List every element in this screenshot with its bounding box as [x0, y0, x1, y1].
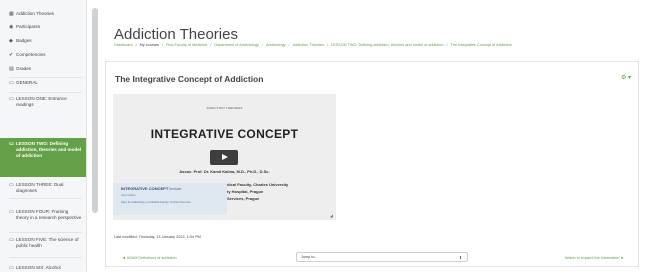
lecture-card-title: INTEGRATIVE CONCEPT lecture	[121, 186, 227, 191]
lecture-card-suffix: lecture	[169, 186, 182, 191]
sidebar-item-course[interactable]: ▦ Addiction Theories	[0, 11, 86, 17]
slide-affiliation-line: dical Faculty, Charles University	[227, 182, 289, 187]
breadcrumb-separator: /	[135, 43, 137, 47]
sidebar-item-label: Badges	[16, 38, 32, 43]
chevron-down-icon: ⬍	[458, 256, 462, 260]
breadcrumb-link-section[interactable]: LESSON TWO: Defining addiction, theories…	[331, 43, 443, 47]
folder-icon: ▭	[9, 209, 14, 215]
breadcrumb-link-dashboard[interactable]: Dashboard	[114, 43, 133, 47]
sidebar-item-label: LESSON ONE: Entrance readings	[16, 96, 67, 107]
course-sidebar: ▦ Addiction Theories ◉ Participants ◆ Ba…	[0, 0, 87, 272]
slide-course-tag: ADDICTION THEORIES	[206, 106, 243, 110]
page-title: Addiction Theories	[114, 26, 238, 43]
breadcrumb-link-category[interactable]: Addictology	[266, 43, 286, 47]
sidebar-divider	[9, 257, 82, 258]
folder-icon: ▭	[9, 141, 14, 147]
sidebar-item-lesson-five[interactable]: ▭ LESSON FIVE: The science of public hea…	[0, 237, 86, 249]
lecture-card: INTEGRATIVE CONCEPT lecture Kamil Kalina…	[113, 183, 227, 215]
next-activity-link[interactable]: Watch to expand the information ►	[565, 256, 624, 260]
competencies-icon: ✔	[9, 52, 14, 58]
previous-activity-link[interactable]: ◄ ASAM Definitions of addiction	[122, 256, 177, 260]
sidebar-item-lesson-six[interactable]: ▭ LESSON SIX: Alcohol	[0, 265, 86, 271]
sidebar-item-label: Competencies	[16, 52, 46, 57]
folder-icon: ▭	[9, 237, 14, 243]
lecture-card-department: Dept. for Addictology, 1st Medical Facul…	[121, 201, 191, 204]
breadcrumb-link-department[interactable]: Department of Addictology	[214, 43, 259, 47]
breadcrumb: Dashboard / My courses / First Faculty of Me…	[114, 43, 512, 47]
breadcrumb-separator: /	[261, 43, 263, 47]
folder-icon: ▭	[9, 96, 14, 102]
jump-to-select[interactable]: Jump to... ⬍	[296, 252, 468, 262]
breadcrumb-separator: /	[288, 43, 290, 47]
sidebar-item-badges[interactable]: ◆ Badges	[0, 38, 86, 44]
folder-icon: ▭	[9, 265, 14, 271]
slide-affiliation-line: ty Hospital, Prague	[227, 189, 264, 194]
sidebar-item-label: GENERAL	[16, 80, 38, 85]
sidebar-item-label: LESSON THREE: Dual diagnoses	[16, 182, 64, 193]
sidebar-divider	[9, 198, 82, 199]
play-icon[interactable]	[210, 150, 238, 165]
badge-icon: ◆	[9, 38, 13, 44]
sidebar-item-grades[interactable]: ▤ Grades	[0, 66, 86, 72]
sidebar-item-participants[interactable]: ◉ Participants	[0, 24, 86, 30]
sidebar-divider	[9, 232, 82, 233]
sidebar-item-label: LESSON SIX: Alcohol	[16, 265, 61, 270]
sidebar-item-lesson-two[interactable]: ▭ LESSON TWO: Defining addiction, theori…	[0, 138, 86, 177]
breadcrumb-link-faculty[interactable]: First Faculty of Medicine	[166, 43, 207, 47]
slide-affiliation-line: Services, Prague	[227, 196, 260, 201]
breadcrumb-separator: /	[446, 43, 448, 47]
sidebar-divider	[9, 92, 82, 93]
sidebar-item-general[interactable]: ▭ GENERAL	[0, 80, 86, 86]
sidebar-item-label: LESSON FOUR: Framing theory in a researc…	[16, 209, 82, 220]
breadcrumb-link-course[interactable]: Addiction Theories	[293, 43, 324, 47]
video-player[interactable]: ADDICTION THEORIES INTEGRATIVE CONCEPT A…	[113, 94, 336, 220]
sidebar-item-lesson-four[interactable]: ▭ LESSON FOUR: Framing theory in a resea…	[0, 209, 86, 221]
activity-title: The Integrative Concept of Addiction	[115, 74, 264, 84]
last-modified-text: Last modified: Thursday, 13 January 2022…	[114, 235, 201, 239]
sidebar-item-competencies[interactable]: ✔ Competencies	[0, 52, 86, 58]
users-icon: ◉	[9, 24, 14, 30]
sidebar-item-label: LESSON FIVE: The science of public healt…	[16, 237, 79, 248]
sidebar-item-lesson-three[interactable]: ▭ LESSON THREE: Dual diagnoses	[0, 182, 86, 194]
sidebar-item-label: LESSON TWO: Defining addiction, theories…	[16, 141, 82, 158]
breadcrumb-link-my-courses[interactable]: My courses	[140, 43, 159, 47]
lecture-card-name: Kamil Kalina	[121, 194, 136, 197]
jump-to-value: Jump to...	[301, 255, 318, 259]
sidebar-item-label: Addiction Theories	[16, 11, 54, 16]
folder-icon: ▭	[9, 182, 14, 188]
sidebar-item-lesson-one[interactable]: ▭ LESSON ONE: Entrance readings	[0, 96, 86, 108]
sidebar-divider	[9, 77, 82, 78]
slide-title: INTEGRATIVE CONCEPT	[150, 127, 299, 141]
gear-icon[interactable]: ⚙ ▾	[621, 74, 631, 81]
lecture-card-title-text: INTEGRATIVE CONCEPT	[121, 186, 169, 191]
sidebar-item-label: Participants	[16, 24, 41, 29]
sidebar-item-label: Grades	[16, 66, 32, 71]
calendar-grid-icon: ▦	[9, 11, 14, 17]
grades-icon: ▤	[9, 66, 14, 72]
slide-author: Assoc. Prof. Dr. Kamil Kalina, M.D., Ph.…	[179, 169, 270, 174]
folder-icon: ▭	[9, 80, 14, 86]
breadcrumb-link-activity[interactable]: The Integrative Concept of Addiction	[451, 43, 512, 47]
sidebar-scrollbar[interactable]	[92, 8, 98, 213]
resize-icon: ◢	[329, 213, 333, 218]
